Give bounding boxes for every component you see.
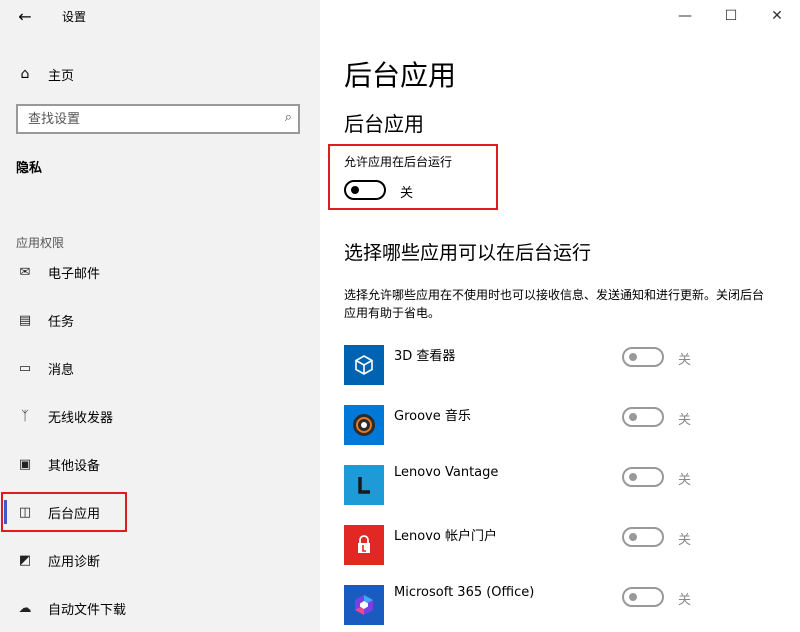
sidebar-item-label: 消息 [48,362,75,378]
page-title: 后台应用 [344,59,457,92]
app-toggle-state: 关 [678,413,692,428]
cloud-download-icon: ☁ [18,600,32,616]
app-row: Groove 音乐 关 [344,405,764,445]
window-title: 设置 [62,10,87,24]
diagnostics-icon: ◩ [18,552,32,568]
sidebar-item-label: 其他设备 [48,458,101,474]
groove-music-icon [344,405,384,445]
app-toggle[interactable] [622,407,664,427]
home-icon: ⌂ [20,66,30,82]
clipboard-icon: ▤ [18,312,32,328]
sidebar-item-tasks[interactable]: ▤ 任务 [16,308,74,332]
sidebar-item-label: 应用诊断 [48,554,101,570]
app-toggle[interactable] [622,347,664,367]
app-name: Groove 音乐 [394,409,471,424]
group-label: 应用权限 [16,236,65,250]
sidebar: ← 设置 ⌂ 主页 ⌕ 隐私 应用权限 ✉ 电子邮件 ▤ 任务 ▭ 消息 ᛉ 无… [0,0,320,632]
app-toggle-state: 关 [678,473,692,488]
app-toggle[interactable] [622,527,664,547]
app-row: 3D 查看器 关 [344,345,764,385]
search-icon[interactable]: ⌕ [285,110,292,125]
toggle-knob [629,593,637,601]
message-icon: ▭ [18,360,32,376]
sidebar-item-radios[interactable]: ᛉ 无线收发器 [16,404,113,428]
allow-background-toggle[interactable] [344,180,386,200]
app-toggle[interactable] [622,587,664,607]
app-name: Lenovo Vantage [394,465,499,480]
sidebar-item-email[interactable]: ✉ 电子邮件 [16,260,100,284]
app-name: 3D 查看器 [394,349,456,364]
app-row: Lenovo 帐户门户 关 [344,525,764,565]
toggle-knob [629,413,637,421]
sidebar-item-messages[interactable]: ▭ 消息 [16,356,74,380]
search-input[interactable] [18,110,270,128]
maximize-button[interactable]: ☐ [708,0,754,32]
sidebar-item-label: 无线收发器 [48,410,114,426]
allow-background-state: 关 [400,186,414,201]
app-row: Microsoft 365 (Office) 关 [344,585,764,625]
radio-icon: ᛉ [21,408,29,424]
sidebar-item-label: 电子邮件 [48,266,101,282]
app-toggle-state: 关 [678,353,692,368]
section-title: 隐私 [16,161,43,176]
app-toggle-state: 关 [678,593,692,608]
search-box: ⌕ [16,104,300,134]
allow-background-label: 允许应用在后台运行 [344,155,453,169]
app-name: Microsoft 365 (Office) [394,585,535,600]
toggle-knob [351,186,359,194]
description-text: 选择允许哪些应用在不使用时也可以接收信息、发送通知和进行更新。关闭后台应用有助于… [344,288,765,320]
app-name: Lenovo 帐户门户 [394,529,497,544]
toggle-knob [629,533,637,541]
lenovo-vantage-icon [344,465,384,505]
sidebar-item-other-devices[interactable]: ▣ 其他设备 [16,452,100,476]
sidebar-item-auto-downloads[interactable]: ☁ 自动文件下载 [16,596,127,620]
back-arrow-icon[interactable]: ← [14,6,36,28]
app-toggle-state: 关 [678,533,692,548]
window-controls: — ☐ ✕ [662,0,800,32]
sidebar-item-app-diagnostics[interactable]: ◩ 应用诊断 [16,548,100,572]
app-toggle[interactable] [622,467,664,487]
microsoft-365-icon [344,585,384,625]
mail-icon: ✉ [19,264,31,280]
lenovo-account-icon [344,525,384,565]
3d-viewer-icon [344,345,384,385]
toggle-knob [629,353,637,361]
section-heading: 后台应用 [344,112,424,136]
devices-icon: ▣ [18,456,32,472]
sidebar-item-label: 任务 [48,314,75,330]
toggle-knob [629,473,637,481]
minimize-button[interactable]: — [662,0,708,32]
sidebar-home[interactable]: ⌂ 主页 [16,64,74,84]
selection-highlight-box [1,492,127,532]
section-heading-choose: 选择哪些应用可以在后台运行 [344,242,592,264]
app-row: Lenovo Vantage 关 [344,465,764,505]
close-button[interactable]: ✕ [754,0,800,32]
sidebar-item-label: 自动文件下载 [48,602,127,618]
sidebar-home-label: 主页 [48,68,75,84]
